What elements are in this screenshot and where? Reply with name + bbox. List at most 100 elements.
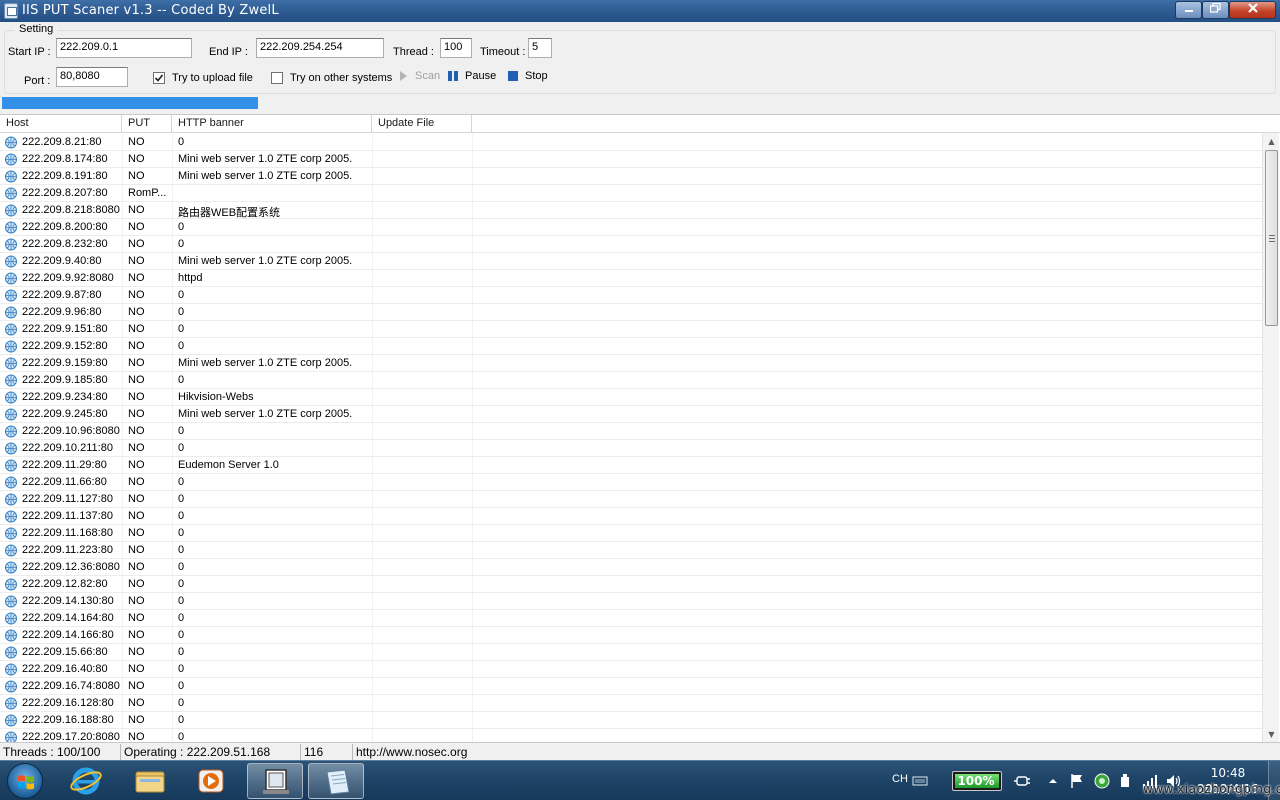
globe-icon [5,578,17,591]
power-plug-icon[interactable] [1014,774,1030,788]
table-row[interactable]: 222.209.11.168:80 NO 0 [0,525,1262,542]
table-row[interactable]: 222.209.16.128:80 NO 0 [0,695,1262,712]
banner-cell: 0 [178,374,185,386]
scroll-up-button[interactable]: ▲ [1263,133,1280,150]
scanner-app-icon [263,769,289,794]
table-row[interactable]: 222.209.8.232:80 NO 0 [0,236,1262,253]
host-globe-icon [4,425,18,438]
table-row[interactable]: 222.209.9.87:80 NO 0 [0,287,1262,304]
taskbar-explorer-button[interactable] [122,763,178,799]
minimize-button[interactable] [1175,1,1202,19]
table-row[interactable]: 222.209.9.185:80 NO 0 [0,372,1262,389]
table-row[interactable]: 222.209.8.191:80 NO Mini web server 1.0 ZT… [0,168,1262,185]
table-row[interactable]: 222.209.9.151:80 NO 0 [0,321,1262,338]
table-row[interactable]: 222.209.10.211:80 NO 0 [0,440,1262,457]
keyboard-icon[interactable] [912,775,928,787]
checkmark-icon [154,74,164,82]
column-header-host[interactable]: Host [0,115,122,133]
start-button[interactable] [7,763,43,799]
column-header-put[interactable]: PUT [122,115,172,133]
table-row[interactable]: 222.209.8.21:80 NO 0 [0,134,1262,151]
taskbar-scanner-button[interactable] [247,763,303,799]
timeout-label: Timeout : [480,46,526,58]
host-globe-icon [4,204,18,217]
table-row[interactable]: 222.209.14.130:80 NO 0 [0,593,1262,610]
taskbar-ie-button[interactable] [58,763,114,799]
banner-cell: 0 [178,306,185,318]
pause-button[interactable]: Pause [447,69,499,85]
table-row[interactable]: 222.209.11.137:80 NO 0 [0,508,1262,525]
put-cell: NO [128,578,145,590]
table-row[interactable]: 222.209.9.96:80 NO 0 [0,304,1262,321]
host-globe-icon [4,255,18,268]
other-systems-checkbox[interactable] [271,72,283,84]
host-cell: 222.209.9.152:80 [22,340,108,352]
stop-button[interactable]: Stop [507,69,553,85]
table-row[interactable]: 222.209.14.164:80 NO 0 [0,610,1262,627]
table-row[interactable]: 222.209.8.174:80 NO Mini web server 1.0 ZT… [0,151,1262,168]
host-globe-icon [4,221,18,234]
table-row[interactable]: 222.209.15.66:80 NO 0 [0,644,1262,661]
table-row[interactable]: 222.209.12.82:80 NO 0 [0,576,1262,593]
table-row[interactable]: 222.209.11.223:80 NO 0 [0,542,1262,559]
table-row[interactable]: 222.209.11.127:80 NO 0 [0,491,1262,508]
end-ip-input[interactable]: 222.209.254.254 [256,38,384,58]
globe-icon [5,459,17,472]
clock-time: 10:48 [1210,766,1246,780]
host-cell: 222.209.16.128:80 [22,697,114,709]
table-row[interactable]: 222.209.9.152:80 NO 0 [0,338,1262,355]
table-row[interactable]: 222.209.8.218:8080 NO 路由器WEB配置系统 [0,202,1262,219]
table-row[interactable]: 222.209.17.20:8080 NO 0 [0,729,1262,743]
globe-icon [5,204,17,217]
table-row[interactable]: 222.209.8.207:80 RomP... [0,185,1262,202]
vertical-scrollbar[interactable]: ▲ ▼ [1262,133,1279,743]
column-header-banner[interactable]: HTTP banner [172,115,372,133]
host-globe-icon [4,272,18,285]
start-ip-input[interactable]: 222.209.0.1 [56,38,192,58]
scroll-thumb[interactable] [1265,150,1278,326]
port-input[interactable]: 80,8080 [56,67,128,87]
close-button[interactable] [1229,1,1276,19]
upload-checkbox-label[interactable]: Try to upload file [172,72,253,84]
column-header-update-file[interactable]: Update File [372,115,472,133]
battery-indicator[interactable]: 100% [952,771,1002,791]
timeout-input[interactable]: 5 [528,38,552,58]
table-row[interactable]: 222.209.9.159:80 NO Mini web server 1.0 ZT… [0,355,1262,372]
table-row[interactable]: 222.209.14.166:80 NO 0 [0,627,1262,644]
scroll-down-button[interactable]: ▼ [1263,726,1280,743]
table-row[interactable]: 222.209.12.36:8080 NO 0 [0,559,1262,576]
table-row[interactable]: 222.209.11.29:80 NO Eudemon Server 1.0 [0,457,1262,474]
table-row[interactable]: 222.209.9.234:80 NO Hikvision-Webs [0,389,1262,406]
show-hidden-icons-button[interactable] [1048,776,1058,786]
table-row[interactable]: 222.209.8.200:80 NO 0 [0,219,1262,236]
table-row[interactable]: 222.209.11.66:80 NO 0 [0,474,1262,491]
host-globe-icon [4,595,18,608]
language-indicator[interactable]: CH [892,773,908,800]
usb-device-icon[interactable] [1118,773,1132,789]
action-center-flag-icon[interactable] [1070,773,1084,789]
banner-cell: 0 [178,544,185,556]
results-listview[interactable]: Host PUT HTTP banner Update File 222.209… [0,114,1280,743]
windows-taskbar: CH 100% 10:48 2012/4/15 [0,760,1280,800]
table-row[interactable]: 222.209.16.74:8080 NO 0 [0,678,1262,695]
upload-checkbox[interactable] [153,72,165,84]
window-titlebar[interactable]: IIS PUT Scaner v1.3 -- Coded By ZwelL [0,0,1280,22]
maximize-button[interactable] [1202,1,1229,19]
table-row[interactable]: 222.209.10.96:8080 NO 0 [0,423,1262,440]
put-cell: NO [128,680,145,692]
security-status-icon[interactable] [1094,773,1110,789]
taskbar-media-player-button[interactable] [183,763,239,799]
table-row[interactable]: 222.209.9.245:80 NO Mini web server 1.0 ZT… [0,406,1262,423]
other-systems-label[interactable]: Try on other systems [290,72,392,84]
banner-cell: 0 [178,629,185,641]
table-row[interactable]: 222.209.9.40:80 NO Mini web server 1.0 ZTE… [0,253,1262,270]
globe-icon [5,629,17,642]
taskbar-notepad-button[interactable] [308,763,364,799]
table-row[interactable]: 222.209.16.40:80 NO 0 [0,661,1262,678]
host-globe-icon [4,374,18,387]
thread-input[interactable]: 100 [440,38,472,58]
table-row[interactable]: 222.209.16.188:80 NO 0 [0,712,1262,729]
table-row[interactable]: 222.209.9.92:8080 NO httpd [0,270,1262,287]
scan-button[interactable]: Scan [399,69,445,85]
globe-icon [5,289,17,302]
